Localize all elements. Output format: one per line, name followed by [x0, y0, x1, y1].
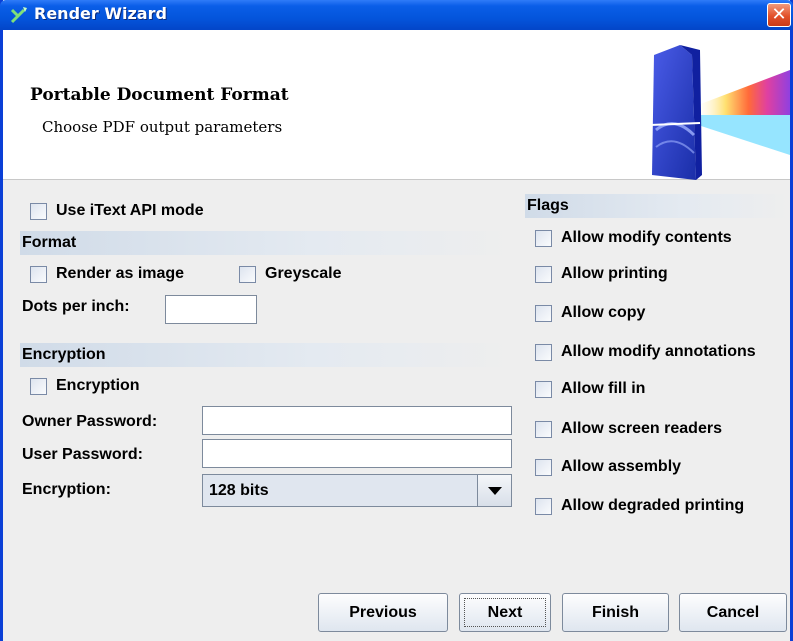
render-as-image-label: Render as image [56, 265, 185, 282]
flag-label-copy: Allow copy [561, 304, 646, 321]
itext-mode-checkbox[interactable] [30, 203, 47, 220]
render-as-image-checkbox[interactable] [30, 266, 47, 283]
dpi-label: Dots per inch: [22, 298, 130, 315]
window-title: Render Wizard [34, 4, 167, 23]
flag-label-screen-readers: Allow screen readers [561, 420, 722, 437]
wizard-header: Portable Document Format Choose PDF outp… [3, 30, 790, 180]
encryption-checkbox-label: Encryption [56, 377, 140, 394]
page-title: Portable Document Format [30, 85, 289, 105]
user-password-label: User Password: [22, 446, 143, 463]
page-subtitle: Choose PDF output parameters [42, 118, 283, 136]
greyscale-checkbox[interactable] [239, 266, 256, 283]
flag-checkbox-assembly[interactable] [535, 459, 552, 476]
encryption-section-header: Encryption [20, 343, 512, 367]
flag-checkbox-degraded-printing[interactable] [535, 498, 552, 515]
flag-checkbox-copy[interactable] [535, 305, 552, 322]
render-wizard-window: Render Wizard ✕ Portable Document Format… [0, 0, 793, 641]
encryption-strength-label: Encryption: [22, 481, 111, 498]
next-button[interactable]: Next [459, 593, 551, 632]
title-bar[interactable]: Render Wizard ✕ [0, 0, 793, 30]
flag-checkbox-printing[interactable] [535, 266, 552, 283]
owner-password-label: Owner Password: [22, 413, 158, 430]
encryption-checkbox[interactable] [30, 378, 47, 395]
encryption-strength-value: 128 bits [209, 482, 269, 499]
flag-checkbox-screen-readers[interactable] [535, 421, 552, 438]
finish-button[interactable]: Finish [562, 593, 669, 632]
flag-label-assembly: Allow assembly [561, 458, 682, 475]
flag-checkbox-modify-contents[interactable] [535, 230, 552, 247]
flag-label-fill-in: Allow fill in [561, 380, 646, 397]
previous-button[interactable]: Previous [318, 593, 448, 632]
flag-label-modify-annotations: Allow modify annotations [561, 343, 756, 360]
flag-label-modify-contents: Allow modify contents [561, 229, 732, 246]
chevron-down-icon[interactable] [477, 475, 511, 506]
itext-mode-label: Use iText API mode [56, 202, 204, 219]
wizard-icon [10, 7, 27, 24]
close-icon: ✕ [771, 4, 787, 25]
dpi-input[interactable] [165, 295, 257, 324]
prism-graphic [649, 45, 790, 180]
flag-checkbox-modify-annotations[interactable] [535, 344, 552, 361]
owner-password-field[interactable] [202, 406, 512, 435]
flag-checkbox-fill-in[interactable] [535, 381, 552, 398]
cancel-button[interactable]: Cancel [679, 593, 787, 632]
flags-section-title: Flags [527, 197, 569, 214]
encryption-strength-select[interactable]: 128 bits [202, 474, 512, 507]
flags-section-header: Flags [525, 194, 790, 218]
format-section-title: Format [22, 234, 77, 251]
close-button[interactable]: ✕ [767, 3, 791, 27]
flag-label-printing: Allow printing [561, 265, 668, 282]
flag-label-degraded-printing: Allow degraded printing [561, 497, 745, 514]
format-section-header: Format [20, 231, 512, 255]
encryption-section-title: Encryption [22, 346, 106, 363]
user-password-field[interactable] [202, 439, 512, 468]
greyscale-label: Greyscale [265, 265, 342, 282]
